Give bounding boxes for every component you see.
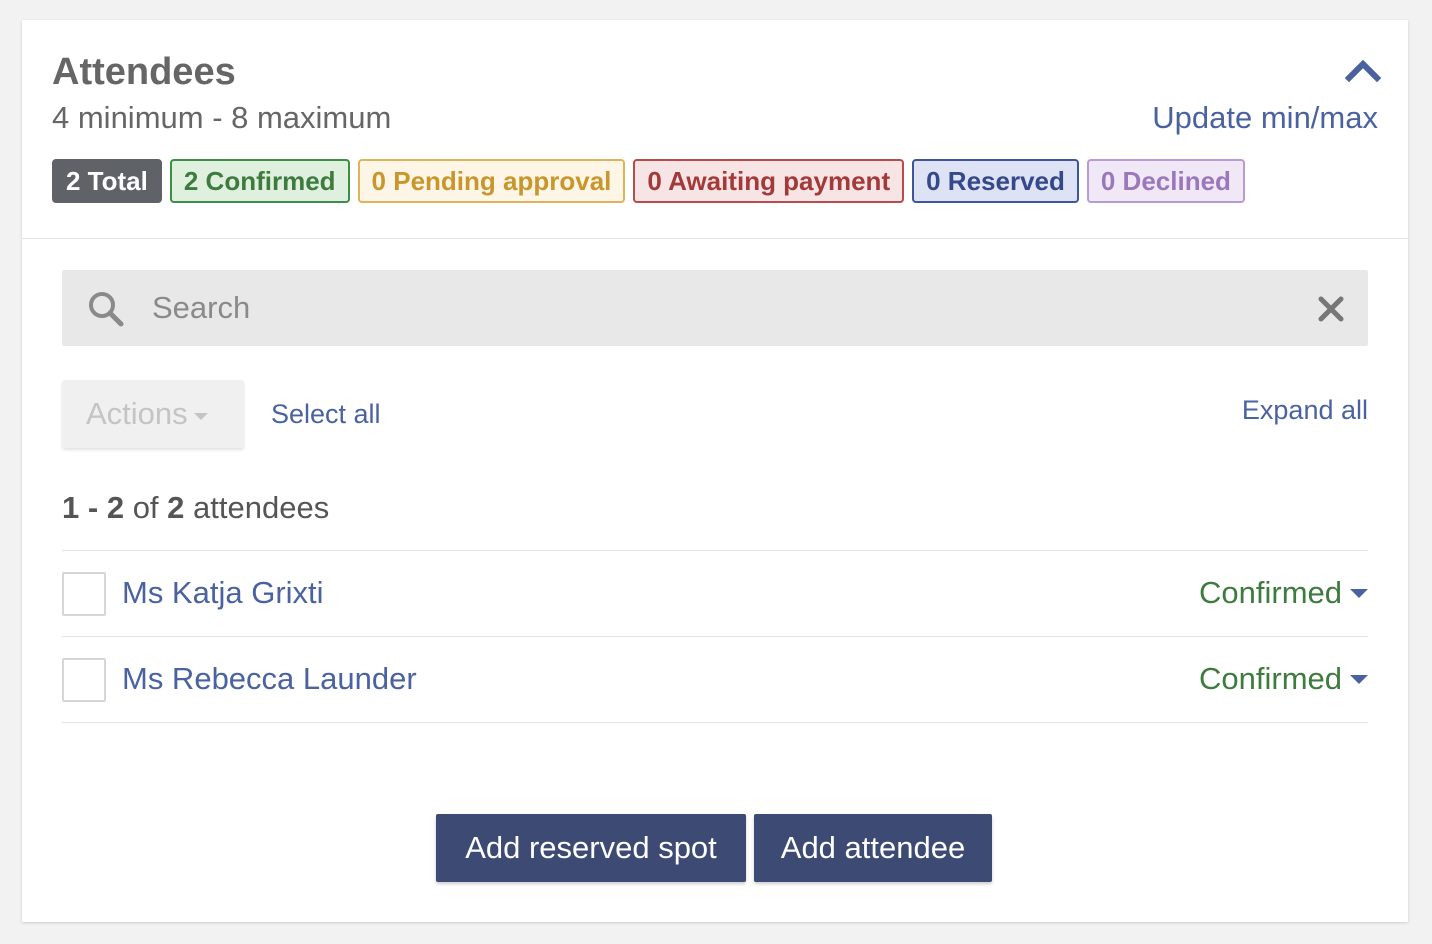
row-checkbox[interactable] — [62, 572, 106, 616]
awaiting-payment-badge[interactable]: 0 Awaiting payment — [633, 159, 905, 203]
attendee-list: Ms Katja Grixti Confirmed Ms Rebecca Lau… — [62, 550, 1368, 723]
search-icon — [88, 291, 124, 327]
count-of: of — [132, 490, 159, 525]
chevron-up-icon[interactable] — [1344, 54, 1382, 84]
status-label: Confirmed — [1199, 575, 1342, 610]
close-icon[interactable] — [1318, 296, 1344, 322]
attendees-card: Attendees 4 minimum - 8 maximum Update m… — [22, 20, 1408, 922]
list-item: Ms Katja Grixti Confirmed — [62, 551, 1368, 637]
count-total: 2 — [167, 490, 185, 525]
search-input[interactable] — [150, 270, 1270, 346]
status-dropdown[interactable]: Confirmed — [1199, 659, 1368, 699]
caret-down-icon — [1350, 588, 1368, 598]
add-reserved-spot-button[interactable]: Add reserved spot — [436, 814, 746, 882]
range-start: 1 — [62, 490, 80, 525]
card-header: Attendees 4 minimum - 8 maximum Update m… — [22, 20, 1408, 239]
status-label: Confirmed — [1199, 661, 1342, 696]
min-max-text: 4 minimum - 8 maximum — [52, 100, 392, 135]
caret-down-icon — [1350, 674, 1368, 684]
select-all-link[interactable]: Select all — [271, 397, 381, 431]
range-end: 2 — [106, 490, 125, 525]
expand-all-link[interactable]: Expand all — [1242, 393, 1368, 427]
attendee-count: 1 - 2 of 2 attendees — [62, 490, 330, 525]
status-badges: 2 Total 2 Confirmed 0 Pending approval 0… — [52, 159, 1245, 203]
declined-badge[interactable]: 0 Declined — [1086, 159, 1245, 203]
row-checkbox[interactable] — [62, 658, 106, 702]
update-min-max-link[interactable]: Update min/max — [1152, 98, 1378, 138]
search-bar — [62, 270, 1368, 346]
total-badge: 2 Total — [52, 159, 162, 203]
attendee-name-link[interactable]: Ms Rebecca Launder — [122, 659, 417, 699]
count-suffix: attendees — [193, 490, 330, 525]
status-dropdown[interactable]: Confirmed — [1199, 573, 1368, 613]
attendee-name-link[interactable]: Ms Katja Grixti — [122, 573, 324, 613]
list-item: Ms Rebecca Launder Confirmed — [62, 637, 1368, 723]
actions-label: Actions — [86, 396, 188, 431]
pending-approval-badge[interactable]: 0 Pending approval — [357, 159, 626, 203]
reserved-badge[interactable]: 0 Reserved — [912, 159, 1079, 203]
actions-dropdown-button[interactable]: Actions — [62, 380, 244, 448]
add-attendee-button[interactable]: Add attendee — [754, 814, 992, 882]
confirmed-badge[interactable]: 2 Confirmed — [169, 159, 350, 203]
card-title: Attendees — [52, 51, 236, 93]
caret-down-icon — [193, 412, 208, 420]
